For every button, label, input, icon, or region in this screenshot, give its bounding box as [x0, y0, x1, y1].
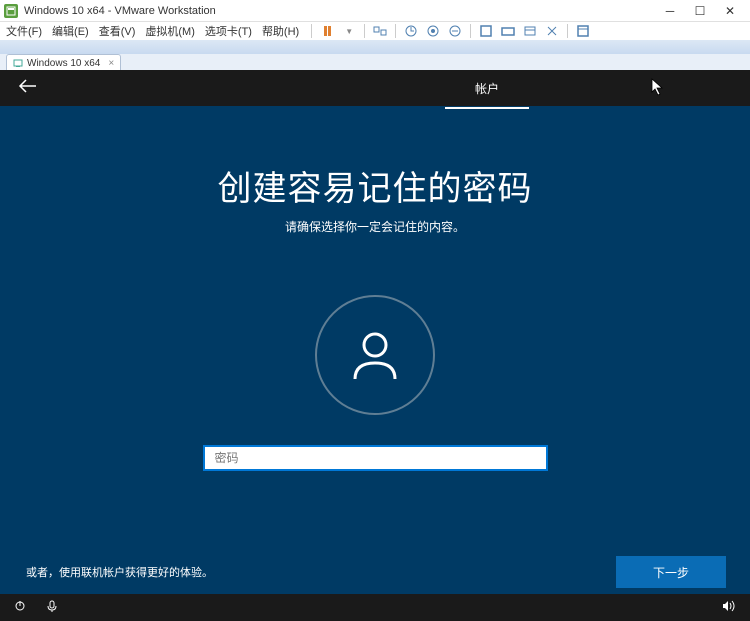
- volume-icon[interactable]: [722, 600, 736, 615]
- pause-icon[interactable]: [320, 24, 334, 38]
- power-icon[interactable]: [14, 600, 26, 615]
- minimize-button[interactable]: ─: [664, 5, 676, 17]
- menu-toolbar: 文件(F) 编辑(E) 查看(V) 虚拟机(M) 选项卡(T) 帮助(H) ▼: [0, 22, 750, 40]
- menu-view[interactable]: 查看(V): [99, 23, 136, 39]
- menu-help[interactable]: 帮助(H): [262, 23, 299, 39]
- fullscreen-icon[interactable]: [479, 24, 493, 38]
- menu-file[interactable]: 文件(F): [6, 23, 42, 39]
- oobe-title: 创建容易记住的密码: [0, 161, 750, 210]
- separator: [470, 24, 471, 38]
- separator: [311, 24, 312, 38]
- unity-icon[interactable]: [501, 24, 515, 38]
- vm-tab-icon: [13, 58, 23, 68]
- oobe-content: 创建容易记住的密码 请确保选择你一定会记住的内容。: [0, 106, 750, 471]
- back-button[interactable]: [18, 79, 38, 98]
- separator: [364, 24, 365, 38]
- snapshot-icon[interactable]: [404, 24, 418, 38]
- oobe-account-tab[interactable]: 帐户: [445, 70, 529, 109]
- window-titlebar: Windows 10 x64 - VMware Workstation ─ ☐ …: [0, 0, 750, 22]
- mic-icon[interactable]: [46, 600, 58, 615]
- stretch-icon[interactable]: [545, 24, 559, 38]
- tabbar-background: [0, 40, 750, 54]
- user-avatar-icon: [315, 295, 435, 415]
- separator: [395, 24, 396, 38]
- vm-tab-label: Windows 10 x64: [27, 58, 100, 69]
- menu-vm[interactable]: 虚拟机(M): [145, 23, 195, 39]
- send-ctrl-alt-del-icon[interactable]: [373, 24, 387, 38]
- close-button[interactable]: ✕: [724, 5, 736, 17]
- vm-statusbar: [0, 594, 750, 621]
- oobe-subtitle: 请确保选择你一定会记住的内容。: [0, 218, 750, 235]
- menu-edit[interactable]: 编辑(E): [52, 23, 89, 39]
- online-account-link[interactable]: 或者，使用联机帐户获得更好的体验。: [26, 564, 213, 580]
- revert-icon[interactable]: [448, 24, 462, 38]
- menu-tabs[interactable]: 选项卡(T): [205, 23, 252, 39]
- separator: [567, 24, 568, 38]
- dropdown-icon[interactable]: ▼: [342, 24, 356, 38]
- snapshot-manager-icon[interactable]: [426, 24, 440, 38]
- oobe-topbar: 帐户: [0, 70, 750, 106]
- password-input[interactable]: [203, 445, 548, 471]
- vm-tab[interactable]: Windows 10 x64 ×: [6, 54, 121, 71]
- console-icon[interactable]: [523, 24, 537, 38]
- window-title: Windows 10 x64 - VMware Workstation: [24, 5, 664, 17]
- oobe-bottom-bar: 或者，使用联机帐户获得更好的体验。 下一步: [0, 550, 750, 594]
- vm-screen: 帐户 创建容易记住的密码 请确保选择你一定会记住的内容。 或者，使用联机帐户获得…: [0, 70, 750, 621]
- next-button[interactable]: 下一步: [616, 556, 726, 588]
- tab-close-icon[interactable]: ×: [108, 58, 114, 69]
- maximize-button[interactable]: ☐: [694, 5, 706, 17]
- app-icon: [4, 4, 18, 18]
- library-icon[interactable]: [576, 24, 590, 38]
